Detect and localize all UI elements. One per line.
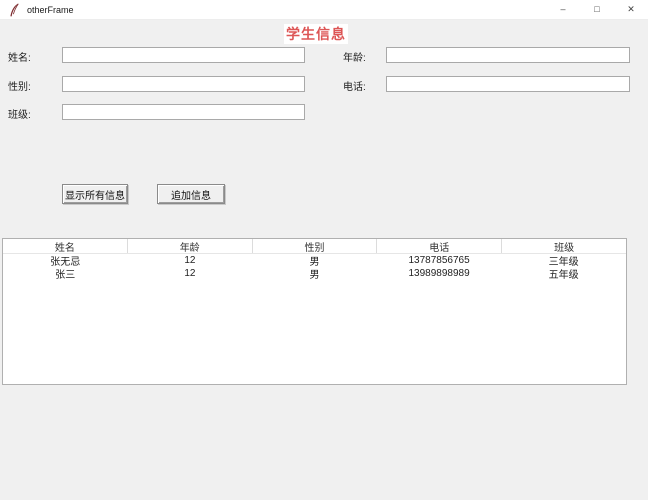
window-title: otherFrame [27, 5, 74, 15]
table-header-phone[interactable]: 电话 [377, 239, 502, 253]
age-label: 年龄: [343, 49, 366, 64]
maximize-button[interactable]: □ [580, 0, 614, 19]
table-cell-age: 12 [128, 254, 253, 267]
student-table: 姓名 年龄 性别 电话 班级 张无忌 12 男 13787856765 三年级 … [2, 238, 627, 385]
page-title: 学生信息 [284, 24, 348, 44]
titlebar: otherFrame – □ ✕ [0, 0, 648, 20]
gender-input[interactable] [62, 76, 305, 92]
class-label: 班级: [8, 106, 31, 121]
table-cell-age: 12 [128, 267, 253, 280]
name-label: 姓名: [8, 49, 31, 64]
phone-label: 电话: [343, 78, 366, 93]
table-header-age[interactable]: 年龄 [128, 239, 253, 253]
gender-label: 性别: [8, 78, 31, 93]
table-cell-name: 张三 [3, 267, 128, 280]
tk-feather-icon [8, 3, 20, 17]
close-icon: ✕ [627, 5, 635, 14]
maximize-icon: □ [594, 5, 599, 14]
table-row[interactable]: 张三 12 男 13989898989 五年级 [3, 267, 626, 280]
table-cell-class: 五年级 [501, 267, 626, 280]
table-header-name[interactable]: 姓名 [3, 239, 128, 253]
append-button[interactable]: 追加信息 [157, 184, 225, 204]
table-cell-phone: 13989898989 [377, 267, 502, 280]
close-button[interactable]: ✕ [614, 0, 648, 19]
table-header-class[interactable]: 班级 [502, 239, 626, 253]
name-input[interactable] [62, 47, 305, 63]
table-header-gender[interactable]: 性别 [253, 239, 378, 253]
window-controls: – □ ✕ [546, 0, 648, 19]
phone-input[interactable] [386, 76, 630, 92]
minimize-button[interactable]: – [546, 0, 580, 19]
table-cell-phone: 13787856765 [377, 254, 502, 267]
table-cell-gender: 男 [252, 267, 377, 280]
other-frame-window: otherFrame – □ ✕ 学生信息 姓名: 性别: 班级: 年龄: 电话… [0, 0, 648, 500]
table-header-row: 姓名 年龄 性别 电话 班级 [3, 239, 626, 254]
class-input[interactable] [62, 104, 305, 120]
show-all-button[interactable]: 显示所有信息 [62, 184, 128, 204]
age-input[interactable] [386, 47, 630, 63]
minimize-icon: – [560, 5, 565, 14]
